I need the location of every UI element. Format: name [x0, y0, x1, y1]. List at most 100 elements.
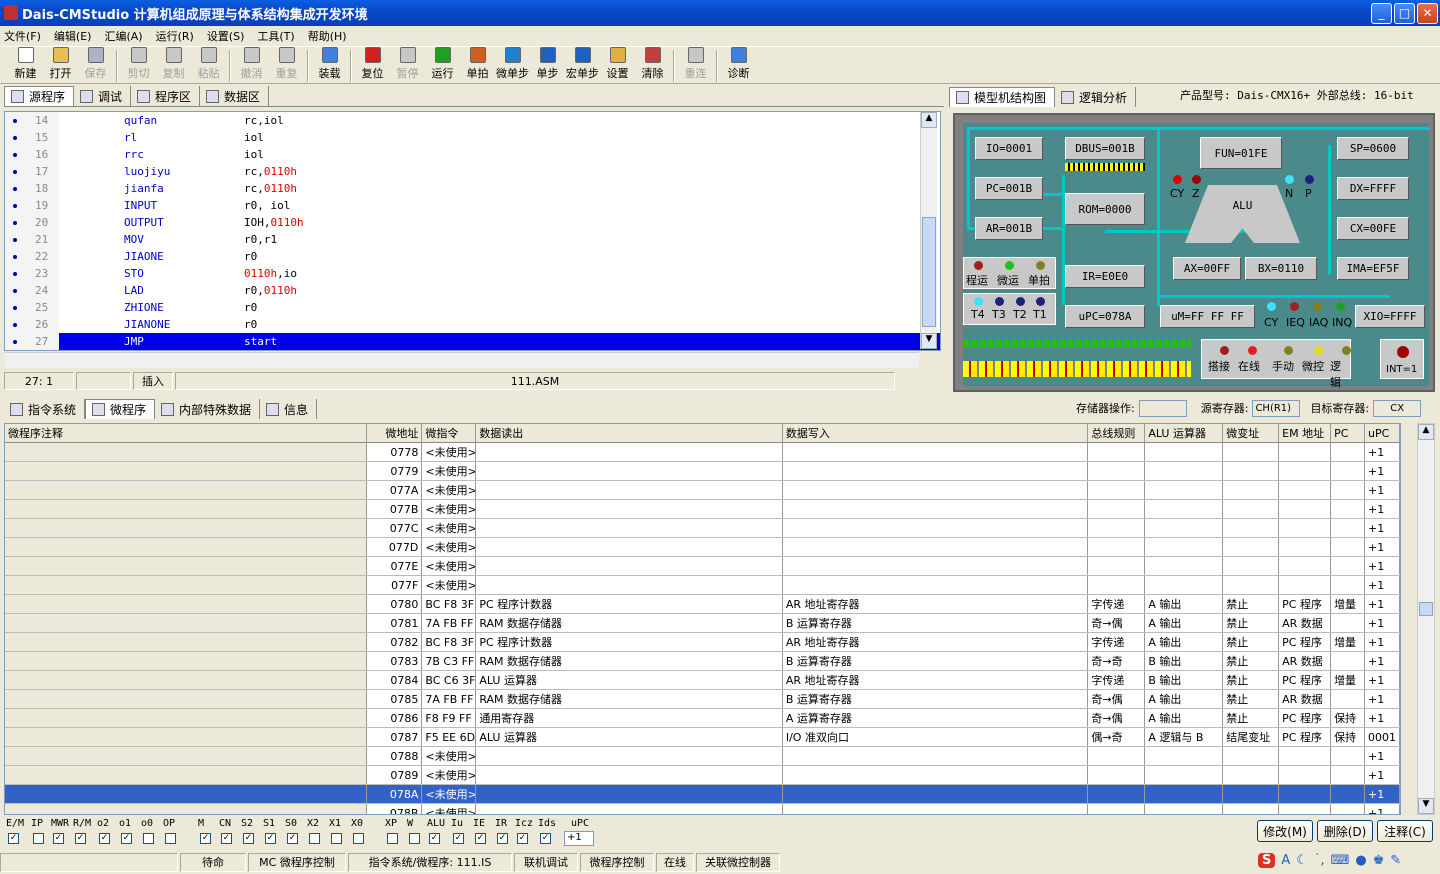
editor-scrollbar[interactable]: ▲ ▼	[920, 112, 937, 349]
grid-cell[interactable]: PC 程序	[1279, 633, 1332, 651]
scroll-up-icon[interactable]: ▲	[921, 112, 937, 128]
grid-cell[interactable]: <未使用>	[422, 576, 477, 594]
ime-toolbar[interactable]: S A ☾ ˙, ⌨ ● ♚ ✎	[1258, 849, 1438, 871]
grid-cell[interactable]	[5, 443, 368, 461]
grid-row[interactable]: 0778 <未使用> +1	[5, 443, 1400, 462]
grid-cell[interactable]	[1331, 576, 1366, 594]
grid-cell[interactable]	[1223, 519, 1280, 537]
grid-cell[interactable]	[783, 519, 1089, 537]
grid-cell[interactable]: <未使用>	[422, 766, 477, 784]
code-line[interactable]: 23 STO 0110h,io	[5, 265, 940, 282]
grid-header-cell[interactable]: 微指令	[422, 424, 477, 442]
grid-cell[interactable]: 奇→偶	[1088, 614, 1146, 632]
grid-cell[interactable]: AR 地址寄存器	[783, 633, 1089, 651]
grid-row[interactable]: 077A <未使用> +1	[5, 481, 1400, 500]
toolbar-button-18[interactable]: 单步	[530, 47, 565, 83]
scroll-thumb[interactable]	[922, 217, 936, 327]
lower_tabs-tab-3[interactable]: 信息	[260, 399, 318, 419]
grid-cell[interactable]: PC 程序计数器	[476, 595, 783, 613]
grid-cell[interactable]	[476, 576, 783, 594]
grid-row[interactable]: 078B <未使用> +1	[5, 804, 1400, 814]
grid-row[interactable]: 0787 F5 EE 6D ALU 运算器 I/O 准双向口 偶→奇 A 逻辑与 B 结尾变…	[5, 728, 1400, 747]
grid-cell[interactable]: +1	[1365, 747, 1400, 765]
grid-cell[interactable]: 禁止	[1223, 690, 1280, 708]
grid-cell[interactable]	[1279, 481, 1332, 499]
grid-cell[interactable]: 保持	[1331, 709, 1366, 727]
grid-cell[interactable]: +1	[1365, 614, 1400, 632]
code-line[interactable]: 18 jianfa rc,0110h	[5, 180, 940, 197]
grid-cell[interactable]: 0782	[367, 633, 423, 651]
bit-checkbox[interactable]: ✓	[265, 833, 276, 844]
grid-cell[interactable]: 0785	[367, 690, 423, 708]
grid-cell[interactable]	[5, 690, 368, 708]
code-editor[interactable]: 14 qufan rc,iol 15 rl iol 16 rrc iol 17 luojiyu rc,…	[4, 111, 941, 351]
grid-cell[interactable]	[476, 443, 783, 461]
grid-cell[interactable]	[1331, 557, 1366, 575]
grid-cell[interactable]: PC 程序	[1279, 671, 1332, 689]
grid-cell[interactable]	[5, 500, 368, 518]
grid-cell[interactable]: <未使用>	[422, 443, 477, 461]
menu-item-3[interactable]: 运行(R)	[156, 28, 194, 44]
menu-item-6[interactable]: 帮助(H)	[308, 28, 347, 44]
grid-row[interactable]: 077E <未使用> +1	[5, 557, 1400, 576]
grid-cell[interactable]: +1	[1365, 652, 1400, 670]
grid-cell[interactable]: 0778	[367, 443, 423, 461]
grid-cell[interactable]: 077B	[367, 500, 423, 518]
bit-checkbox[interactable]: ✓	[221, 833, 232, 844]
grid-cell[interactable]	[1223, 804, 1280, 814]
grid-scroll-thumb[interactable]	[1419, 602, 1433, 616]
grid-cell[interactable]	[5, 519, 368, 537]
grid-row[interactable]: 077D <未使用> +1	[5, 538, 1400, 557]
grid-row[interactable]: 0786 F8 F9 FF 通用寄存器 A 运算寄存器 奇→偶 A 输出 禁止 PC 程序 保持…	[5, 709, 1400, 728]
grid-cell[interactable]: 0787	[367, 728, 423, 746]
toolbar-button-5[interactable]: 复制	[156, 47, 191, 83]
toolbar-button-21[interactable]: 清除	[635, 47, 670, 83]
grid-cell[interactable]	[1145, 557, 1224, 575]
grid-cell[interactable]	[1145, 519, 1224, 537]
bit-checkbox[interactable]	[353, 833, 364, 844]
bit-checkbox[interactable]: ✓	[243, 833, 254, 844]
grid-cell[interactable]: 禁止	[1223, 595, 1280, 613]
grid-cell[interactable]	[1331, 785, 1366, 803]
grid-cell[interactable]	[1223, 747, 1280, 765]
grid-cell[interactable]	[5, 766, 368, 784]
bit-checkbox[interactable]: ✓	[75, 833, 86, 844]
bit-checkbox[interactable]	[165, 833, 176, 844]
grid-row[interactable]: 077B <未使用> +1	[5, 500, 1400, 519]
grid-cell[interactable]: A 输出	[1145, 633, 1224, 651]
grid-cell[interactable]: PC 程序	[1279, 595, 1332, 613]
grid-cell[interactable]	[1331, 462, 1366, 480]
ime-keyboard-icon[interactable]: ⌨	[1331, 853, 1350, 868]
grid-cell[interactable]	[1331, 538, 1366, 556]
grid-row[interactable]: 077F <未使用> +1	[5, 576, 1400, 595]
maximize-button[interactable]: □	[1394, 3, 1415, 24]
grid-cell[interactable]: +1	[1365, 766, 1400, 784]
grid-cell[interactable]: BC C6 3F	[422, 671, 477, 689]
grid-cell[interactable]	[1088, 500, 1146, 518]
bit-checkbox[interactable]	[409, 833, 420, 844]
grid-cell[interactable]: 结尾变址	[1223, 728, 1280, 746]
ime-lang-icon[interactable]: A	[1281, 853, 1290, 868]
grid-row[interactable]: 0783 7B C3 FF RAM 数据存储器 B 运算寄存器 奇→奇 B 输出 禁止 AR …	[5, 652, 1400, 671]
grid-cell[interactable]	[783, 557, 1089, 575]
grid-cell[interactable]	[1279, 804, 1332, 814]
grid-cell[interactable]: 077E	[367, 557, 423, 575]
grid-cell[interactable]: AR 地址寄存器	[783, 671, 1089, 689]
grid-cell[interactable]: <未使用>	[422, 538, 477, 556]
bit-checkbox[interactable]: ✓	[200, 833, 211, 844]
grid-cell[interactable]	[1279, 747, 1332, 765]
grid-cell[interactable]: 7A FB FF	[422, 614, 477, 632]
grid-header-cell[interactable]: 微地址	[367, 424, 423, 442]
grid-cell[interactable]	[1279, 462, 1332, 480]
grid-cell[interactable]: 禁止	[1223, 652, 1280, 670]
grid-cell[interactable]: +1	[1365, 709, 1400, 727]
grid-cell[interactable]	[5, 462, 368, 480]
microprogram-grid[interactable]: 微程序注释 微地址 微指令 数据读出 数据写入 总线规则 ALU 运算器 微变址 EM 地址 PC…	[4, 423, 1401, 815]
grid-cell[interactable]	[1331, 443, 1366, 461]
grid-cell[interactable]: 0783	[367, 652, 423, 670]
grid-cell[interactable]	[1279, 557, 1332, 575]
left_tabs-tab-0[interactable]: 源程序	[4, 86, 75, 106]
grid-cell[interactable]	[1331, 766, 1366, 784]
grid-header-cell[interactable]: 总线规则	[1088, 424, 1146, 442]
grid-cell[interactable]: RAM 数据存储器	[476, 614, 783, 632]
